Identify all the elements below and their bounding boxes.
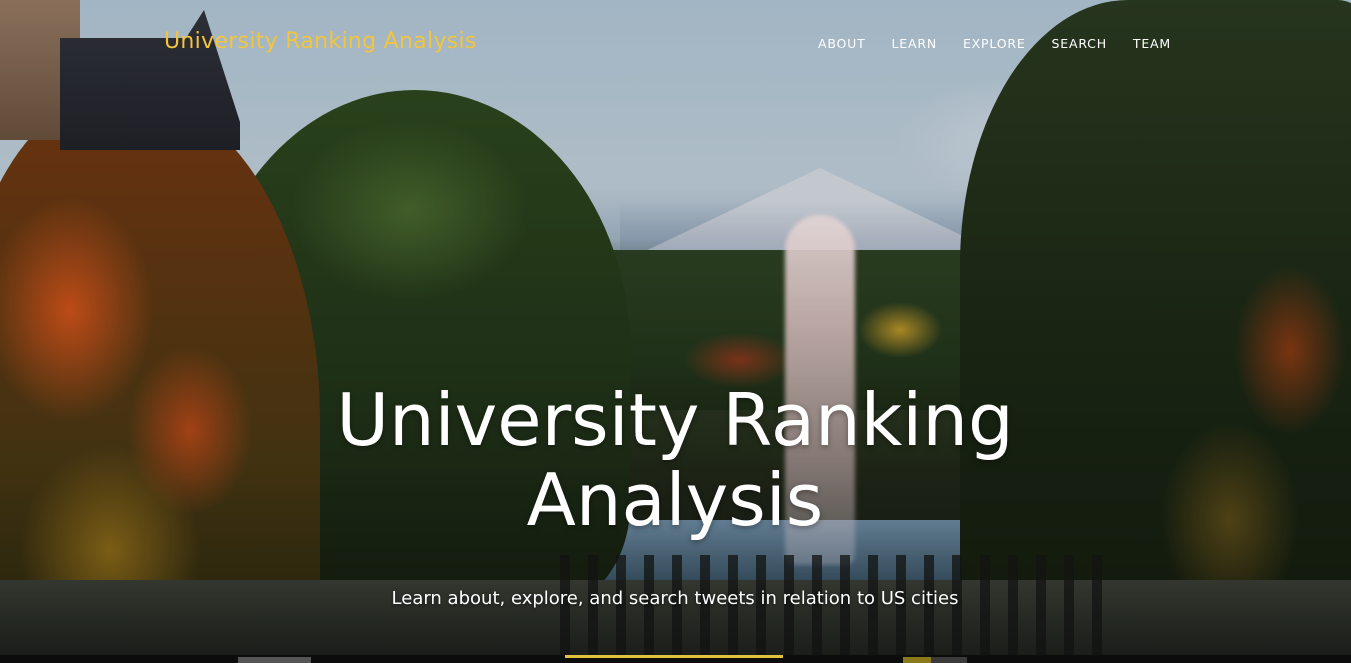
nav-item-team: TEAM <box>1120 36 1184 51</box>
photo-overlay <box>0 0 1351 663</box>
nav-item-learn: LEARN <box>879 36 950 51</box>
nav-item-about: ABOUT <box>805 36 879 51</box>
bottom-button-edge[interactable] <box>565 655 783 658</box>
hero-title-line1: University Ranking <box>336 378 1014 462</box>
nav-link-team[interactable]: TEAM <box>1120 36 1184 51</box>
bottom-block-gray <box>238 657 311 663</box>
nav-item-explore: EXPLORE <box>950 36 1039 51</box>
brand-link[interactable]: University Ranking Analysis <box>164 29 477 54</box>
hero-title-line2: Analysis <box>526 458 824 542</box>
hero-title: University Ranking Analysis <box>175 380 1175 540</box>
nav-link-about[interactable]: ABOUT <box>805 36 879 51</box>
top-navbar: University Ranking Analysis ABOUT LEARN … <box>0 0 1351 88</box>
nav-link-explore[interactable]: EXPLORE <box>950 36 1039 51</box>
bottom-block-dark <box>931 657 967 663</box>
nav-link-search[interactable]: SEARCH <box>1039 36 1120 51</box>
nav-links: ABOUT LEARN EXPLORE SEARCH TEAM <box>805 36 1184 51</box>
hero-subtitle: Learn about, explore, and search tweets … <box>391 588 959 609</box>
nav-item-search: SEARCH <box>1039 36 1120 51</box>
bottom-block-olive <box>903 657 931 663</box>
nav-link-learn[interactable]: LEARN <box>879 36 950 51</box>
hero-section: University Ranking Analysis ABOUT LEARN … <box>0 0 1351 663</box>
